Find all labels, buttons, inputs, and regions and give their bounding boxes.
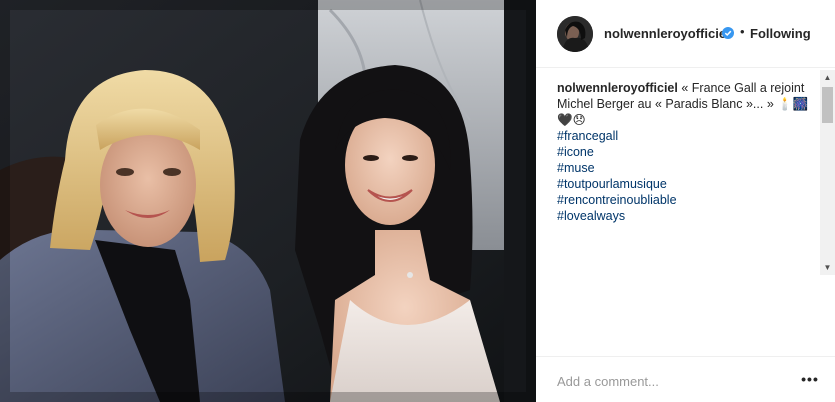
avatar[interactable] <box>557 16 593 52</box>
scroll-up-arrow-icon[interactable]: ▲ <box>820 70 835 85</box>
photo-image <box>0 0 536 402</box>
post-side-panel: nolwennleroyofficiel • Following nolwenn… <box>536 0 835 402</box>
caption: nolwennleroyofficiel « France Gall a rej… <box>557 80 817 275</box>
hashtag-link[interactable]: #francegall <box>557 128 817 144</box>
following-button[interactable]: Following <box>750 26 811 41</box>
scroll-thumb[interactable] <box>822 87 833 123</box>
hashtag-link[interactable]: #toutpourlamusique <box>557 176 817 192</box>
hashtag-link[interactable]: #lovealways <box>557 208 817 224</box>
verified-badge-icon <box>722 27 734 39</box>
hashtag-link[interactable]: #icone <box>557 144 817 160</box>
caption-scrollbar[interactable]: ▲ ▼ <box>820 70 835 275</box>
comment-bar: ••• <box>536 356 835 402</box>
post-photo[interactable] <box>0 0 536 402</box>
caption-username-link[interactable]: nolwennleroyofficiel <box>557 81 678 95</box>
scroll-down-arrow-icon[interactable]: ▼ <box>820 260 835 275</box>
hashtag-link[interactable]: #rencontreinoubliable <box>557 192 817 208</box>
comment-input[interactable] <box>557 372 787 390</box>
post-header: nolwennleroyofficiel • Following <box>536 0 835 68</box>
more-options-icon[interactable]: ••• <box>800 371 820 387</box>
separator-dot: • <box>740 24 745 39</box>
hashtag-link[interactable]: #muse <box>557 160 817 176</box>
username-link[interactable]: nolwennleroyofficiel <box>604 26 730 41</box>
